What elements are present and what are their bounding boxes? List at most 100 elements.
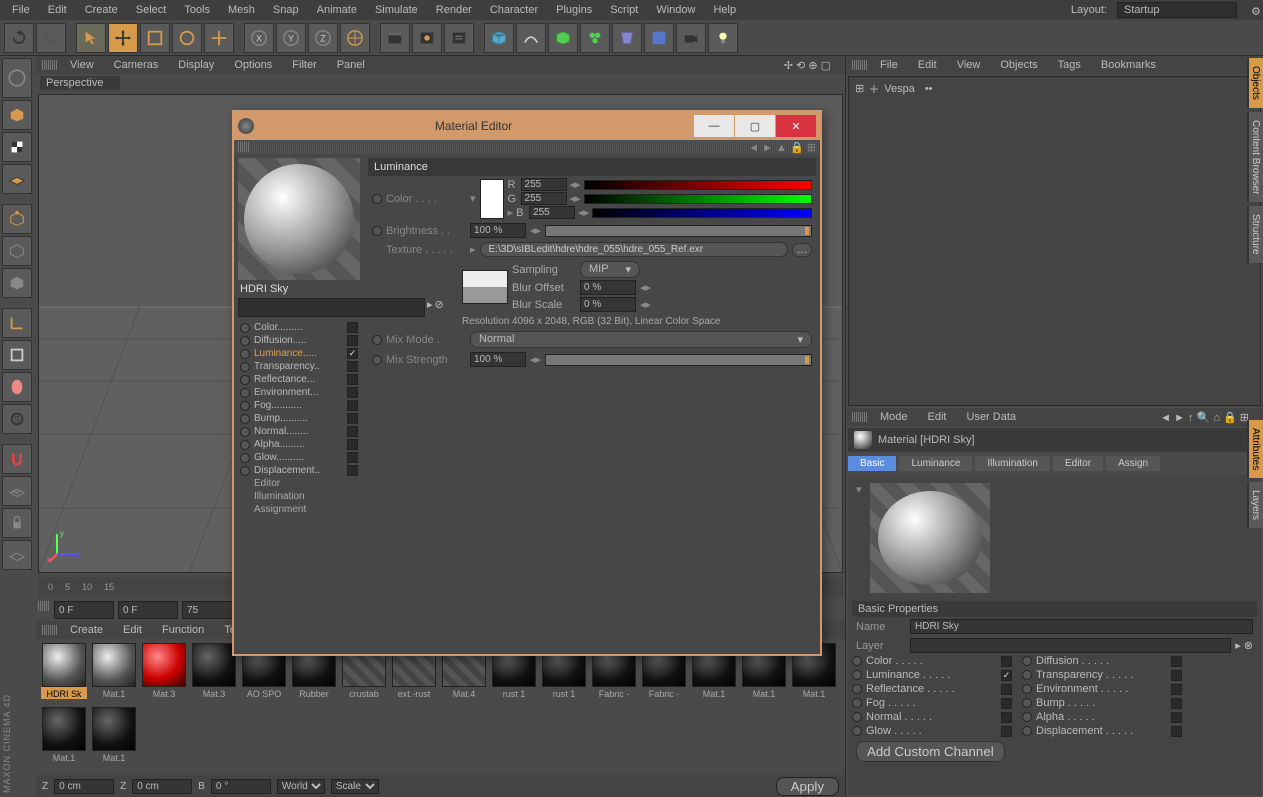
param-anim-dot[interactable] (852, 656, 862, 666)
channel-toggle-luminance[interactable]: Luminance . . . . . (852, 669, 1012, 681)
me-channel-normal[interactable]: Normal........ (238, 425, 360, 438)
om-menu-file[interactable]: File (872, 58, 906, 72)
color-swatch[interactable] (480, 179, 504, 219)
mat-menu-edit[interactable]: Edit (115, 623, 150, 637)
me-material-preview[interactable] (238, 158, 360, 280)
am-menu-edit[interactable]: Edit (920, 410, 955, 424)
minimize-button[interactable]: — (694, 115, 734, 137)
param-anim-dot[interactable] (852, 698, 862, 708)
grip-icon[interactable] (238, 142, 250, 152)
channel-checkbox[interactable] (1171, 712, 1182, 723)
axis-y-button[interactable]: Y (276, 23, 306, 53)
channel-toggle-reflectance[interactable]: Reflectance . . . . . (852, 683, 1012, 695)
maximize-button[interactable]: ▢ (735, 115, 775, 137)
vp-menu-panel[interactable]: Panel (329, 58, 373, 72)
am-menu-userdata[interactable]: User Data (959, 410, 1025, 424)
vtab-objects[interactable]: Objects (1247, 58, 1263, 108)
material-name-input[interactable] (910, 619, 1253, 634)
window-titlebar[interactable]: Material Editor — ▢ ✕ (234, 112, 820, 140)
param-anim-dot[interactable] (852, 670, 862, 680)
menu-window[interactable]: Window (648, 2, 703, 18)
menu-edit[interactable]: Edit (40, 2, 75, 18)
light-button[interactable] (708, 23, 738, 53)
vtab-layers[interactable]: Layers (1247, 482, 1263, 528)
channel-checkbox[interactable] (1171, 656, 1182, 667)
g-slider[interactable] (584, 194, 812, 204)
channel-checkbox[interactable] (347, 413, 358, 424)
channel-checkbox[interactable] (1001, 656, 1012, 667)
r-input[interactable] (521, 178, 567, 191)
channel-checkbox[interactable] (347, 439, 358, 450)
array-button[interactable] (580, 23, 610, 53)
object-tree[interactable]: ⊞ Vespa •• (848, 76, 1261, 406)
channel-checkbox[interactable] (1001, 698, 1012, 709)
menu-script[interactable]: Script (602, 2, 646, 18)
channel-checkbox[interactable] (347, 348, 358, 359)
coord-mode-dropdown[interactable]: Scale (331, 779, 379, 794)
apply-button[interactable]: Apply (776, 777, 839, 796)
menu-mesh[interactable]: Mesh (220, 2, 263, 18)
axis-z-button[interactable]: Z (308, 23, 338, 53)
am-menu-mode[interactable]: Mode (872, 410, 916, 424)
expand-icon[interactable]: ⊞ (855, 82, 864, 95)
me-sub-editor[interactable]: Editor (238, 477, 360, 490)
texture-browse-button[interactable]: … (792, 243, 812, 257)
om-menu-edit[interactable]: Edit (910, 58, 945, 72)
channel-toggle-fog[interactable]: Fog . . . . . (852, 697, 1012, 709)
mix-mode-dropdown[interactable]: Normal▾ (470, 331, 812, 348)
grip-icon[interactable] (852, 412, 868, 422)
grip-icon[interactable] (42, 625, 58, 635)
b-input[interactable] (529, 206, 575, 219)
rotate-tool[interactable] (172, 23, 202, 53)
grip-icon[interactable] (38, 601, 50, 611)
coord-z-input[interactable] (54, 779, 114, 794)
material-thumb[interactable]: Mat.3 (190, 643, 238, 705)
param-anim-dot[interactable] (1022, 656, 1032, 666)
collapse-icon[interactable]: ▾ (852, 479, 866, 500)
blur-offset-input[interactable] (580, 280, 636, 295)
points-mode-button[interactable] (2, 204, 32, 234)
channel-toggle-diffusion[interactable]: Diffusion . . . . . (1022, 655, 1182, 667)
menu-character[interactable]: Character (482, 2, 546, 18)
param-anim-dot[interactable] (1022, 684, 1032, 694)
channel-checkbox[interactable] (347, 335, 358, 346)
vp-menu-view[interactable]: View (62, 58, 102, 72)
deformer-button[interactable] (612, 23, 642, 53)
visibility-dots-icon[interactable]: •• (925, 83, 933, 95)
param-anim-dot[interactable] (240, 427, 250, 437)
om-menu-view[interactable]: View (949, 58, 989, 72)
menu-select[interactable]: Select (128, 2, 175, 18)
undo-button[interactable] (4, 23, 34, 53)
tab-assign[interactable]: Assign (1106, 456, 1160, 471)
mix-strength-slider[interactable] (545, 354, 812, 366)
coord-b-input[interactable] (211, 779, 271, 794)
vp-nav-icons[interactable]: ✢ ⟲ ⊕ ▢ (776, 58, 839, 73)
material-thumb[interactable]: HDRI Sk (40, 643, 88, 705)
workplane-mode-button[interactable] (2, 164, 32, 194)
tweak-button[interactable] (2, 372, 32, 402)
magnet-button[interactable] (2, 444, 32, 474)
material-thumb[interactable]: Mat.1 (40, 707, 88, 769)
tab-illumination[interactable]: Illumination (975, 456, 1050, 471)
param-anim-dot[interactable] (240, 336, 250, 346)
material-thumb[interactable]: Mat.1 (90, 707, 138, 769)
redo-button[interactable] (36, 23, 66, 53)
material-layer-input[interactable] (910, 638, 1231, 653)
channel-checkbox[interactable] (1171, 698, 1182, 709)
menu-create[interactable]: Create (77, 2, 126, 18)
channel-toggle-displacement[interactable]: Displacement . . . . . (1022, 725, 1182, 737)
param-anim-dot[interactable] (372, 335, 382, 345)
param-anim-dot[interactable] (240, 388, 250, 398)
param-anim-dot[interactable] (240, 453, 250, 463)
tab-luminance[interactable]: Luminance (899, 456, 972, 471)
select-tool[interactable] (76, 23, 106, 53)
me-sub-assignment[interactable]: Assignment (238, 503, 360, 516)
sampling-dropdown[interactable]: MIP▾ (580, 261, 640, 278)
model-mode-button[interactable] (2, 100, 32, 130)
me-channel-bump[interactable]: Bump.......... (238, 412, 360, 425)
channel-toggle-environment[interactable]: Environment . . . . . (1022, 683, 1182, 695)
param-anim-dot[interactable] (852, 726, 862, 736)
snap-button[interactable]: S (2, 404, 32, 434)
texture-arrow-icon[interactable]: ▸ (470, 243, 476, 256)
channel-toggle-bump[interactable]: Bump . . . . . (1022, 697, 1182, 709)
